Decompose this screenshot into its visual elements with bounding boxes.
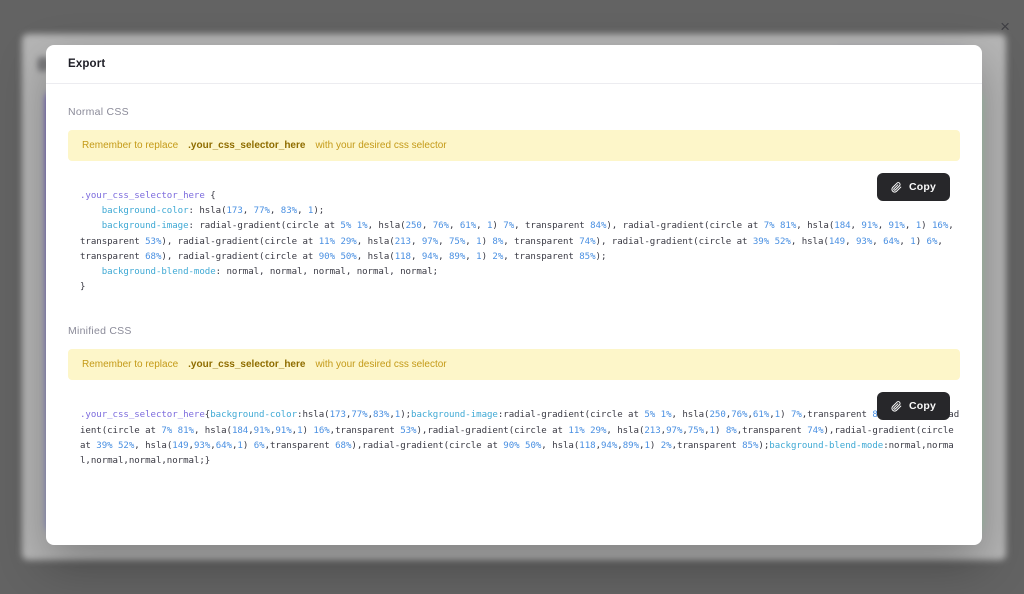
export-modal: Export Normal CSS Remember to replace .y… (46, 45, 982, 545)
modal-header: Export (46, 45, 982, 84)
minified-css-label: Minified CSS (68, 325, 960, 337)
normal-css-code[interactable]: .your_css_selector_here { background-col… (80, 189, 960, 295)
copy-minified-css-label: Copy (909, 400, 936, 412)
notice-tail: with your desired css selector (315, 140, 446, 151)
normal-css-code-block: Copy .your_css_selector_here { backgroun… (68, 189, 960, 295)
clipboard-icon (891, 401, 902, 412)
minified-css-code-block: Copy .your_css_selector_here{background-… (68, 408, 960, 469)
copy-minified-css-button[interactable]: Copy (877, 392, 950, 420)
normal-css-notice: Remember to replace .your_css_selector_h… (68, 130, 960, 161)
minified-css-code[interactable]: .your_css_selector_here{background-color… (80, 408, 960, 469)
clipboard-icon (891, 182, 902, 193)
normal-css-label: Normal CSS (68, 106, 960, 118)
modal-title: Export (68, 58, 105, 70)
notice-selector: .your_css_selector_here (188, 359, 305, 370)
minified-css-notice: Remember to replace .your_css_selector_h… (68, 349, 960, 380)
notice-selector: .your_css_selector_here (188, 140, 305, 151)
minified-css-section: Minified CSS Remember to replace .your_c… (68, 325, 960, 469)
copy-normal-css-button[interactable]: Copy (877, 173, 950, 201)
copy-normal-css-label: Copy (909, 181, 936, 193)
modal-body: Normal CSS Remember to replace .your_css… (46, 84, 982, 545)
notice-tail: with your desired css selector (315, 359, 446, 370)
notice-lead: Remember to replace (82, 140, 178, 151)
notice-lead: Remember to replace (82, 359, 178, 370)
normal-css-section: Normal CSS Remember to replace .your_css… (68, 106, 960, 295)
